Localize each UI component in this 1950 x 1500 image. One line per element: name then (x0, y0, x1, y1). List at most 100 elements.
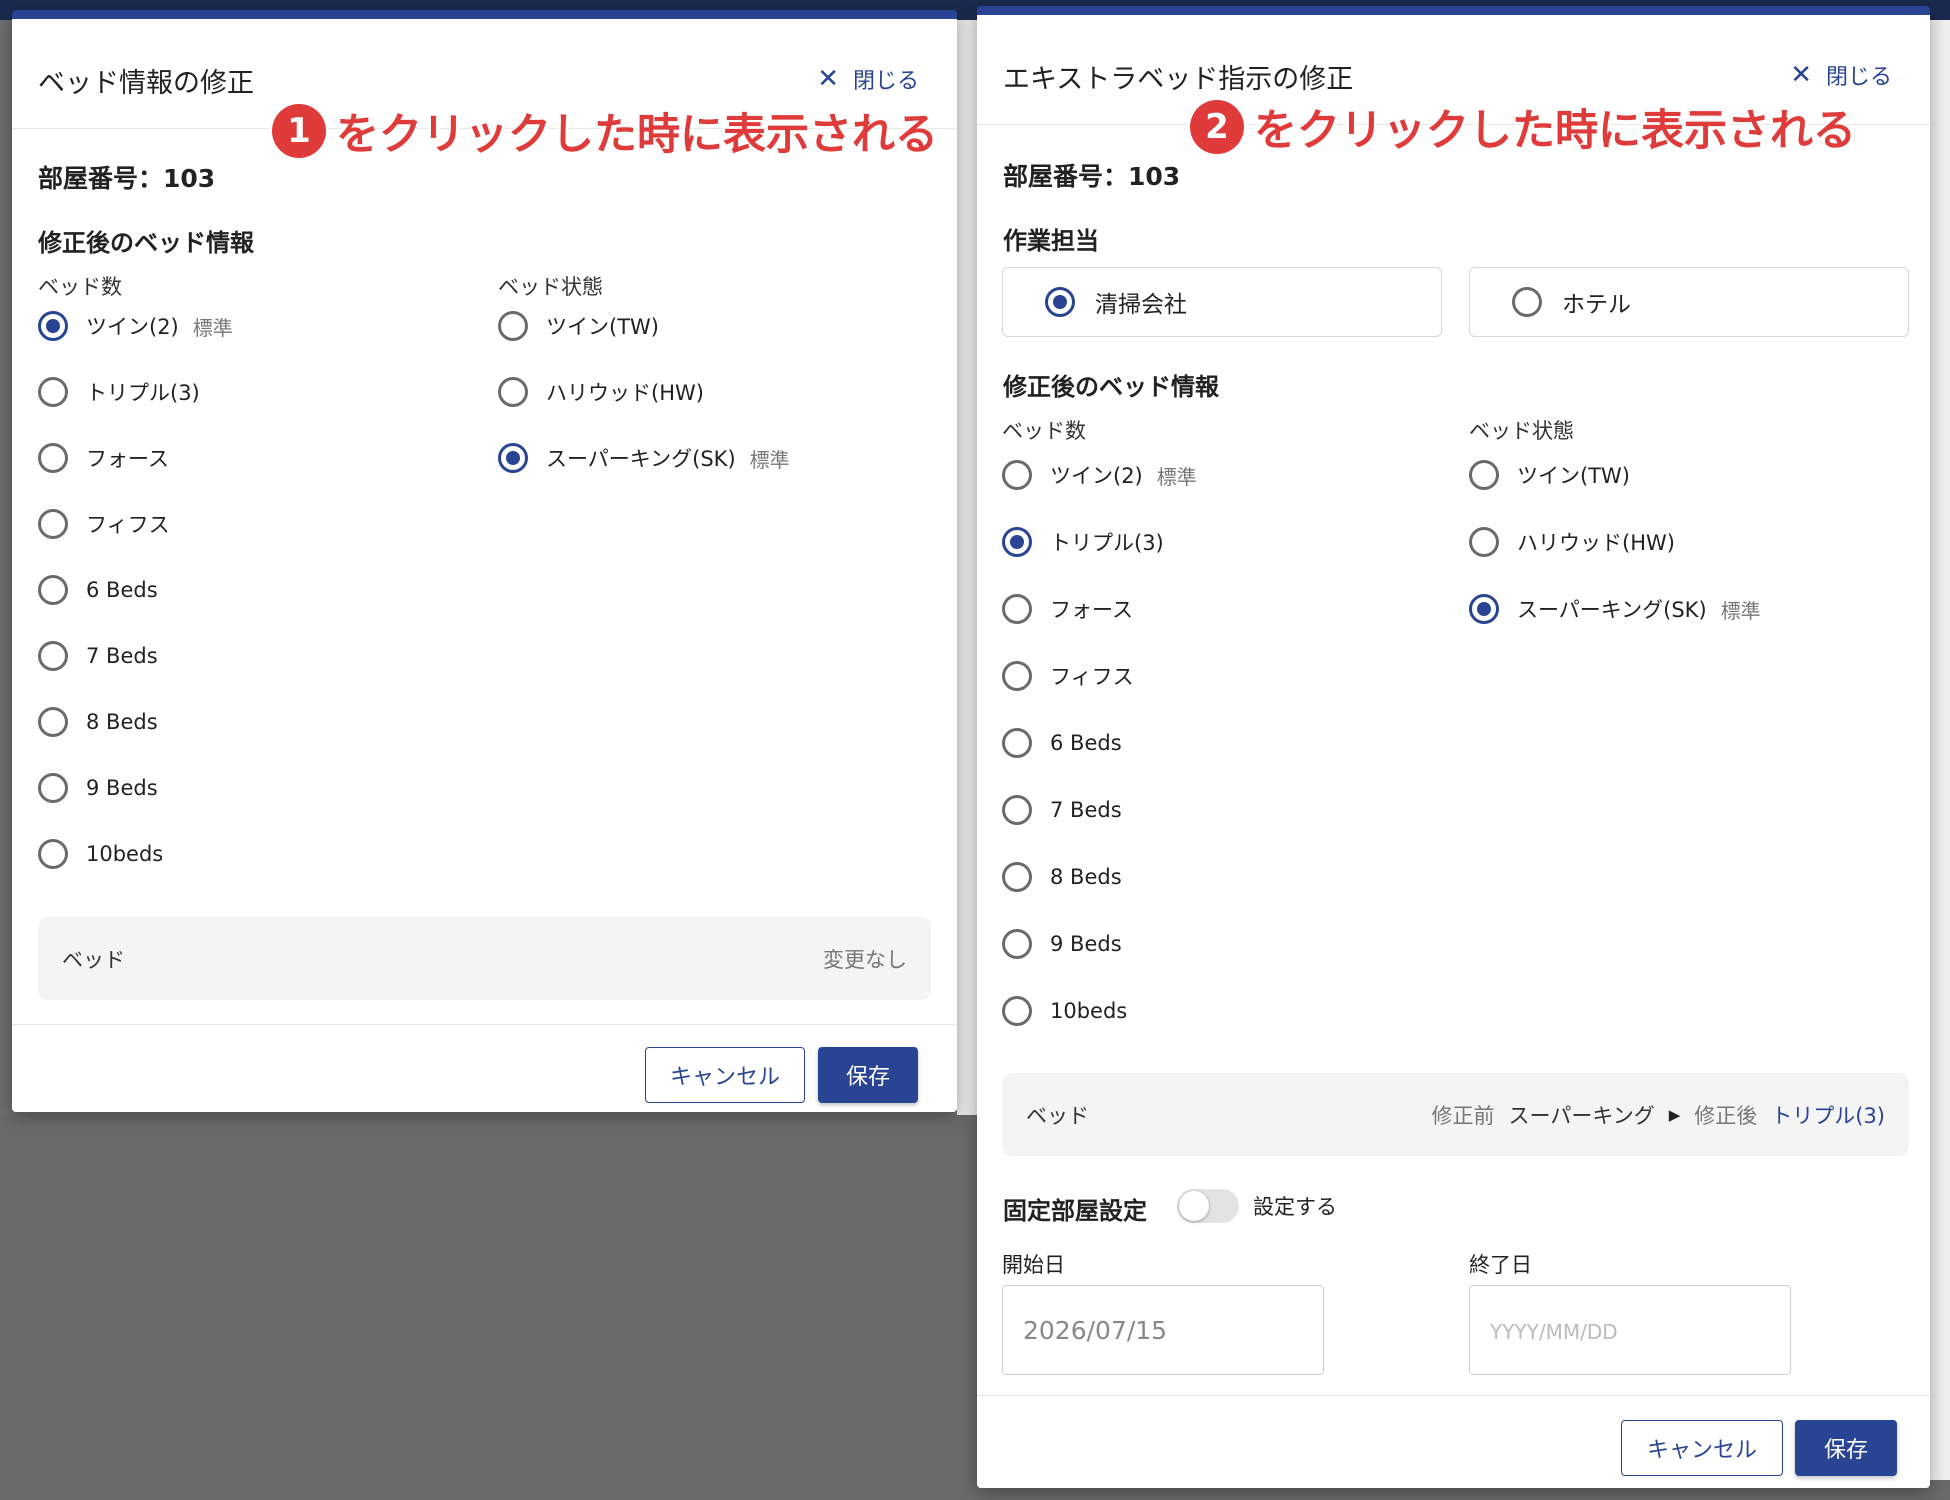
bed-count-option[interactable]: 10beds (38, 839, 163, 869)
option-label: スーパーキング(SK) (1517, 598, 1707, 622)
number-badge: 2 (1190, 100, 1244, 154)
end-date-input[interactable] (1469, 1285, 1791, 1375)
annotation-callout-2: 2 をクリックした時に表示される (1190, 96, 1856, 158)
radio-icon (38, 377, 68, 407)
bed-state-option[interactable]: スーパーキング(SK) 標準 (498, 443, 790, 473)
bed-count-option[interactable]: 8 Beds (38, 707, 158, 737)
footer-divider (977, 1395, 1930, 1396)
start-date-input[interactable] (1002, 1285, 1324, 1375)
bed-count-option[interactable]: フォース (1002, 594, 1133, 624)
radio-icon (1002, 527, 1032, 557)
bed-count-option[interactable]: ツイン(2) 標準 (38, 311, 233, 341)
bed-state-option[interactable]: ツイン(TW) (1469, 460, 1630, 490)
option-label: ツイン(TW) (1517, 464, 1630, 488)
bed-count-option[interactable]: フォース (38, 443, 169, 473)
standard-tag: 標準 (1720, 598, 1761, 623)
bed-info-edit-modal: ベッド情報の修正 ✕ 閉じる 部屋番号：103 修正後のベッド情報 ベッド数 ベ… (12, 10, 957, 1112)
assignee-label: ホテル (1562, 292, 1631, 318)
before-value: スーパーキング (1508, 1103, 1655, 1128)
option-label: フィフス (86, 513, 170, 537)
option-label: 9 Beds (1050, 932, 1122, 956)
bed-count-option[interactable]: 7 Beds (1002, 795, 1122, 825)
summary-label: ベッド (1026, 1103, 1089, 1128)
bed-count-option[interactable]: 6 Beds (1002, 728, 1122, 758)
annotation-text: をクリックした時に表示される (336, 110, 938, 160)
bed-count-option[interactable]: トリプル(3) (1002, 527, 1164, 557)
radio-icon (38, 443, 68, 473)
bed-count-option[interactable]: 6 Beds (38, 575, 158, 605)
save-button[interactable]: 保存 (1795, 1420, 1897, 1476)
option-label: ツイン(2) (1050, 464, 1143, 488)
assignee-title: 作業担当 (1003, 227, 1099, 255)
radio-icon (1002, 661, 1032, 691)
footer-divider (12, 1024, 957, 1025)
radio-icon (1002, 862, 1032, 892)
bed-count-option[interactable]: 8 Beds (1002, 862, 1122, 892)
bed-count-option[interactable]: 7 Beds (38, 641, 158, 671)
bed-state-option[interactable]: ハリウッド(HW) (498, 377, 704, 407)
section-title: 修正後のベッド情報 (38, 229, 254, 257)
close-label: 閉じる (1825, 65, 1892, 90)
after-value: トリプル(3) (1771, 1103, 1885, 1128)
standard-tag: 標準 (1156, 464, 1197, 489)
option-label: ハリウッド(HW) (1517, 531, 1675, 555)
bed-count-option[interactable]: トリプル(3) (38, 377, 200, 407)
fixed-room-title: 固定部屋設定 (1003, 1197, 1147, 1225)
assignee-option-cleaning-company[interactable]: 清掃会社 (1002, 267, 1442, 337)
standard-tag: 標準 (749, 447, 790, 472)
radio-icon (1469, 460, 1499, 490)
option-label: 8 Beds (1050, 865, 1122, 889)
save-button[interactable]: 保存 (818, 1047, 918, 1103)
cancel-button[interactable]: キャンセル (645, 1047, 805, 1103)
option-label: 10beds (86, 842, 164, 866)
option-label: フォース (86, 447, 169, 471)
end-date-label: 終了日 (1469, 1253, 1532, 1277)
bed-count-option[interactable]: 9 Beds (38, 773, 158, 803)
option-label: ツイン(2) (86, 315, 179, 339)
option-label: フォース (1050, 598, 1133, 622)
summary-label: ベッド (62, 947, 125, 972)
radio-icon (1045, 287, 1075, 317)
standard-tag: 標準 (192, 315, 233, 340)
annotation-callout-1: 1 をクリックした時に表示される (272, 100, 938, 162)
cancel-button[interactable]: キャンセル (1621, 1420, 1783, 1476)
radio-icon (1002, 728, 1032, 758)
bed-change-summary: ベッド 変更なし (38, 917, 931, 1000)
option-label: 8 Beds (86, 710, 158, 734)
fixed-room-toggle-label: 設定する (1253, 1195, 1337, 1219)
bed-state-label: ベッド状態 (498, 275, 603, 299)
option-label: 6 Beds (1050, 731, 1122, 755)
close-button[interactable]: ✕ 閉じる (1790, 59, 1892, 91)
modal-title: エキストラベッド指示の修正 (1003, 64, 1354, 95)
bed-state-option[interactable]: ツイン(TW) (498, 311, 659, 341)
fixed-room-toggle[interactable] (1177, 1189, 1239, 1223)
radio-icon (38, 575, 68, 605)
option-label: スーパーキング(SK) (546, 447, 736, 471)
bed-count-option[interactable]: フィフス (38, 509, 170, 539)
background-page-edge (1930, 20, 1950, 1480)
bed-count-option[interactable]: 9 Beds (1002, 929, 1122, 959)
assignee-label: 清掃会社 (1095, 292, 1187, 318)
close-icon: ✕ (817, 64, 839, 94)
start-date-label: 開始日 (1002, 1253, 1065, 1277)
room-number: 部屋番号：103 (38, 164, 216, 193)
arrow-right-icon: ▶ (1668, 1105, 1681, 1124)
radio-icon (498, 311, 528, 341)
bed-state-option[interactable]: スーパーキング(SK) 標準 (1469, 594, 1761, 624)
option-label: トリプル(3) (86, 381, 200, 405)
summary-value: 変更なし (823, 947, 907, 972)
room-number: 部屋番号：103 (1003, 162, 1181, 191)
bed-state-option[interactable]: ハリウッド(HW) (1469, 527, 1675, 557)
number-badge: 1 (272, 104, 326, 158)
option-label: ツイン(TW) (546, 315, 659, 339)
close-button[interactable]: ✕ 閉じる (817, 63, 919, 95)
bed-count-option[interactable]: 10beds (1002, 996, 1127, 1026)
bed-count-option[interactable]: ツイン(2) 標準 (1002, 460, 1197, 490)
assignee-option-hotel[interactable]: ホテル (1469, 267, 1909, 337)
bed-count-option[interactable]: フィフス (1002, 661, 1134, 691)
before-label: 修正前 (1431, 1103, 1495, 1128)
radio-icon (1002, 594, 1032, 624)
after-label: 修正後 (1694, 1103, 1758, 1128)
radio-icon (38, 311, 68, 341)
radio-icon (38, 839, 68, 869)
